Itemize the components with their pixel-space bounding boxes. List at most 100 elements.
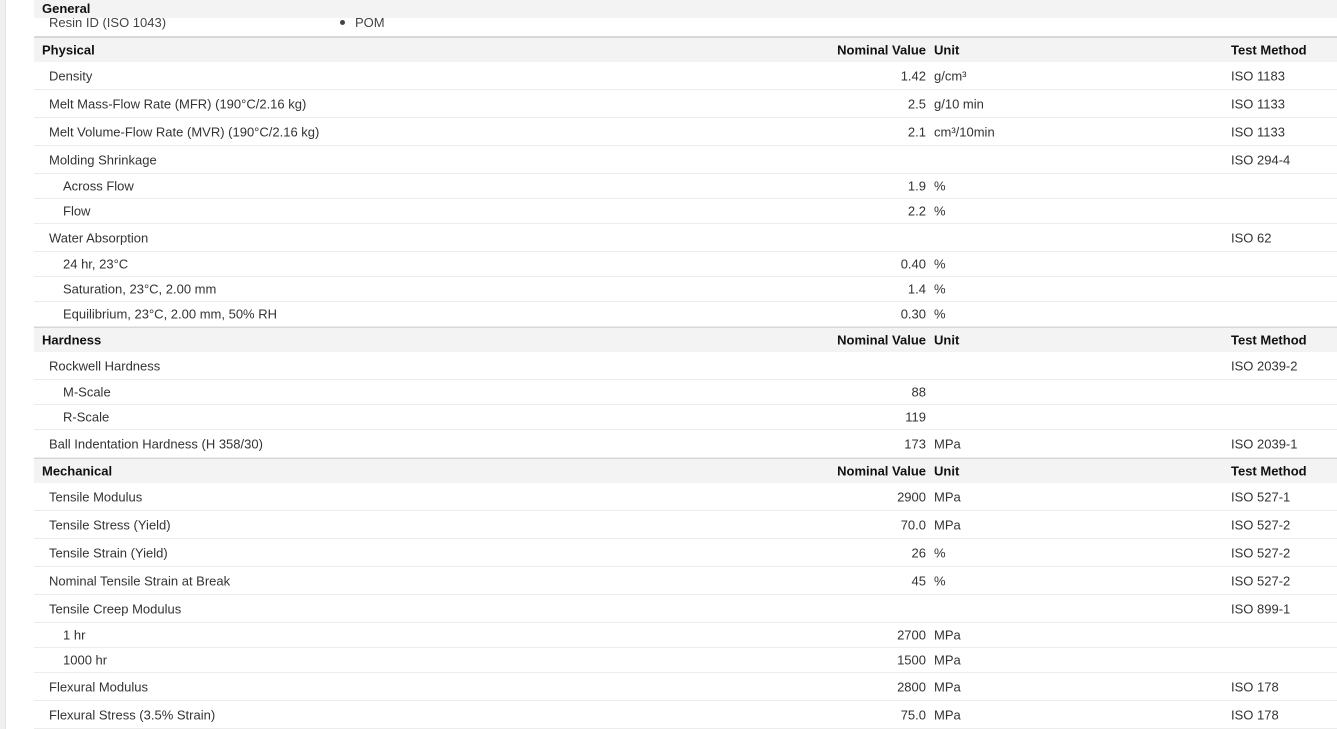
table-row: 1 hr 2700 MPa: [34, 623, 1337, 648]
resin-id-value: POM: [340, 18, 385, 30]
unit: MPa: [934, 679, 961, 694]
section-header-hardness: Hardness Nominal Value Unit Test Method: [34, 327, 1337, 352]
table-row: Saturation, 23°C, 2.00 mm 1.4%: [34, 277, 1337, 302]
nominal-value: 1500: [897, 652, 926, 668]
test-method: ISO 1133: [1231, 124, 1285, 139]
table-row: Density 1.42 g/cm³ ISO 1183: [34, 62, 1337, 90]
table-row: Molding Shrinkage ISO 294-4: [34, 146, 1337, 174]
section-header-physical: Physical Nominal Value Unit Test Method: [34, 37, 1337, 62]
property-name: Tensile Modulus: [49, 489, 143, 504]
test-method: ISO 527-1: [1231, 489, 1291, 504]
test-method: ISO 1133: [1231, 96, 1285, 111]
section-header-general: General: [34, 0, 1337, 18]
property-name: 1000 hr: [63, 652, 108, 668]
table-row: 24 hr, 23°C 0.40%: [34, 252, 1337, 277]
table-row: R-Scale 119: [34, 405, 1337, 430]
table-row: Ball Indentation Hardness (H 358/30) 173 M…: [34, 430, 1337, 458]
nominal-value: 2900: [897, 489, 926, 504]
property-name: Tensile Creep Modulus: [49, 601, 182, 616]
property-name: Molding Shrinkage: [49, 152, 157, 167]
table-row: Tensile Creep Modulus ISO 899-1: [34, 595, 1337, 623]
table-row: Flexural Modulus 2800 MPa ISO 178: [34, 673, 1337, 701]
unit: MPa: [934, 436, 961, 451]
unit-header: Unit: [934, 463, 960, 479]
test-method-header: Test Method: [1231, 42, 1307, 58]
table-row: Melt Mass-Flow Rate (MFR) (190°C/2.16 kg…: [34, 90, 1337, 118]
nominal-value: 1.9: [907, 178, 926, 194]
test-method: ISO 899-1: [1231, 601, 1291, 616]
unit-header: Unit: [934, 332, 960, 348]
unit: MPa: [934, 652, 961, 668]
test-method: ISO 2039-1: [1231, 436, 1298, 451]
table-row: Across Flow 1.9%: [34, 174, 1337, 199]
nominal-value: 2.1: [907, 124, 926, 139]
section-title: General: [42, 1, 91, 16]
bullet-icon: [340, 20, 345, 26]
nominal-value: 26: [911, 545, 926, 560]
nominal-value: 0.30: [900, 306, 926, 322]
nominal-value: 2.2: [907, 203, 926, 219]
test-method: ISO 527-2: [1231, 573, 1291, 588]
property-name: Melt Volume-Flow Rate (MVR) (190°C/2.16 …: [49, 124, 320, 139]
table-row: M-Scale 88: [34, 380, 1337, 405]
table-row: Equilibrium, 23°C, 2.00 mm, 50% RH 0.30%: [34, 302, 1337, 327]
property-name: Across Flow: [63, 178, 134, 194]
nominal-value: 1.42: [900, 68, 926, 83]
nominal-value-header: Nominal Value: [837, 42, 926, 58]
property-name: 1 hr: [63, 627, 86, 643]
property-name: R-Scale: [63, 409, 110, 425]
section-title: Mechanical: [42, 463, 113, 479]
table-row: Flow 2.2%: [34, 199, 1337, 224]
nominal-value: 75.0: [900, 707, 926, 722]
property-name: 24 hr, 23°C: [63, 256, 129, 272]
table-row: Rockwell Hardness ISO 2039-2: [34, 352, 1337, 380]
table-row: 1000 hr 1500 MPa: [34, 648, 1337, 673]
property-name: Flow: [63, 203, 91, 219]
property-name: M-Scale: [63, 384, 111, 400]
nominal-value: 173: [904, 436, 926, 451]
test-method: ISO 1183: [1231, 68, 1285, 83]
unit: g/cm³: [934, 68, 967, 83]
property-name: Density: [49, 68, 93, 83]
unit: %: [934, 281, 946, 297]
nominal-value: 1.4: [907, 281, 926, 297]
test-method: ISO 527-2: [1231, 517, 1291, 532]
unit: %: [934, 545, 946, 560]
unit: %: [934, 178, 946, 194]
nominal-value: 70.0: [900, 517, 926, 532]
test-method-header: Test Method: [1231, 463, 1307, 479]
unit: g/10 min: [934, 96, 984, 111]
property-name: Tensile Stress (Yield): [49, 517, 171, 532]
property-name: Ball Indentation Hardness (H 358/30): [49, 436, 263, 451]
resin-id-text: POM: [355, 18, 385, 30]
table-row: Flexural Stress (3.5% Strain) 75.0 MPa ISO …: [34, 701, 1337, 729]
property-name: Nominal Tensile Strain at Break: [49, 573, 231, 588]
property-name: Flexural Modulus: [49, 679, 148, 694]
table-row: Tensile Modulus 2900 MPa ISO 527-1: [34, 483, 1337, 511]
unit: cm³/10min: [934, 124, 995, 139]
nominal-value: 2800: [897, 679, 926, 694]
unit: MPa: [934, 707, 961, 722]
table-row: Tensile Stress (Yield) 70.0 MPa ISO 527-2: [34, 511, 1337, 539]
resin-id-label: Resin ID (ISO 1043): [49, 18, 167, 30]
table-row: Tensile Strain (Yield) 26% ISO 527-2: [34, 539, 1337, 567]
test-method: ISO 62: [1231, 230, 1272, 245]
nominal-value-header: Nominal Value: [837, 463, 926, 479]
nominal-value: 2700: [897, 627, 926, 643]
nominal-value: 45: [911, 573, 926, 588]
nominal-value-header: Nominal Value: [837, 332, 926, 348]
nominal-value: 88: [911, 384, 926, 400]
test-method: ISO 2039-2: [1231, 358, 1298, 373]
resin-id-row: Resin ID (ISO 1043) POM: [34, 18, 1337, 37]
table-row: Water Absorption ISO 62: [34, 224, 1337, 252]
property-sections: Physical Nominal Value Unit Test Method Dens…: [34, 37, 1337, 729]
unit: MPa: [934, 517, 961, 532]
table-row: Nominal Tensile Strain at Break 45% ISO 52…: [34, 567, 1337, 595]
property-name: Melt Mass-Flow Rate (MFR) (190°C/2.16 kg…: [49, 96, 307, 111]
nominal-value: 2.5: [907, 96, 926, 111]
unit: %: [934, 256, 946, 272]
section-title: Physical: [42, 42, 95, 58]
unit: %: [934, 573, 946, 588]
unit: %: [934, 203, 946, 219]
unit-header: Unit: [934, 42, 960, 58]
